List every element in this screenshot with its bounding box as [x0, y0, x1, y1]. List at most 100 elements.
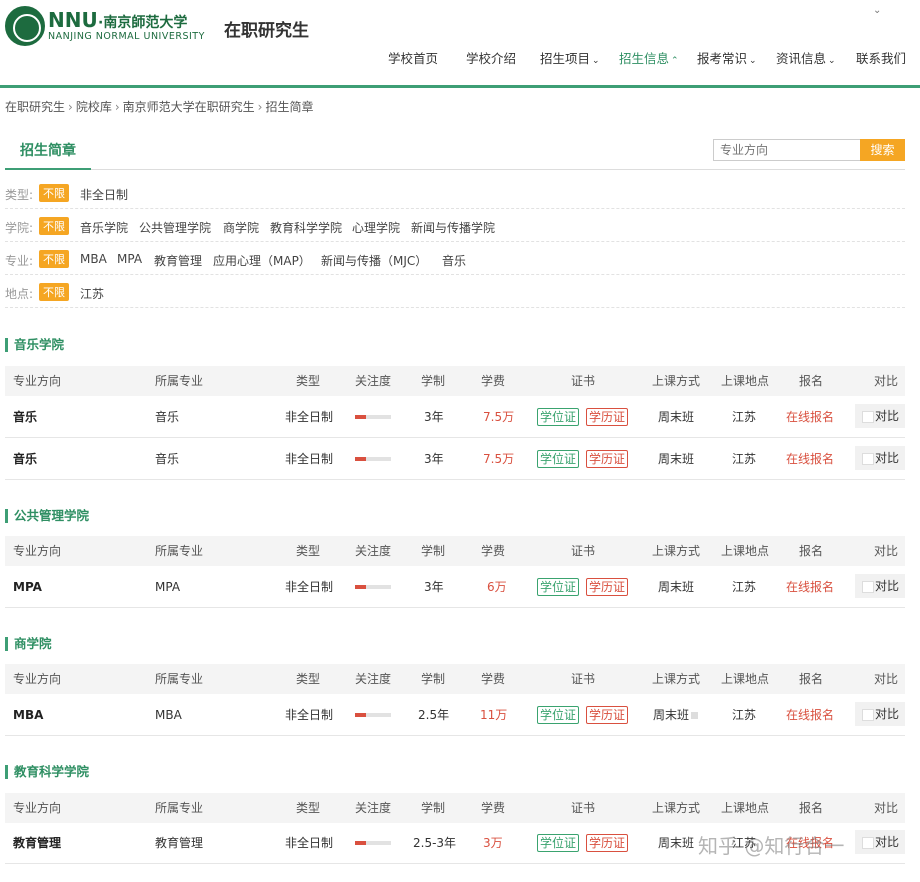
cell-direction[interactable]: 音乐 [13, 438, 37, 480]
table-header: 专业方向 所属专业 类型 关注度 学制 学费 证书 上课方式 上课地点 报名 对… [5, 664, 905, 694]
filter-college: 学院: 不限 音乐学院 公共管理学院 商学院 教育科学学院 心理学院 新闻与传播… [5, 209, 905, 242]
breadcrumb-item[interactable]: 在职研究生 [5, 100, 65, 114]
cell-direction[interactable]: 教育管理 [13, 822, 61, 864]
cell-place: 江苏 [732, 452, 757, 466]
col-direction: 专业方向 [13, 544, 62, 558]
cell-type: 非全日制 [285, 836, 334, 850]
chevron-down-icon: ⌄ [749, 56, 757, 66]
nav-item-home[interactable]: 学校首页 [388, 48, 438, 67]
col-duration: 学制 [421, 672, 446, 686]
filter-unlimited-badge[interactable]: 不限 [39, 217, 69, 235]
nav-item-contact[interactable]: 联系我们 [856, 48, 906, 67]
degree-cert-tag: 学位证 [537, 408, 580, 426]
degree-cert-tag: 学位证 [537, 706, 580, 724]
breadcrumb-item[interactable]: 院校库 [76, 100, 112, 114]
col-attention: 关注度 [355, 544, 392, 558]
filter-option[interactable]: 音乐 [442, 252, 466, 269]
nav-item-exam-knowledge[interactable]: 报考常识 ⌄ [697, 48, 757, 67]
cell-duration: 3年 [424, 410, 444, 424]
filter-label: 地点: [5, 287, 34, 301]
col-place: 上课地点 [721, 672, 770, 686]
filter-option[interactable]: 公共管理学院 [139, 219, 211, 236]
filter-unlimited-badge[interactable]: 不限 [39, 283, 69, 301]
col-type: 类型 [296, 544, 321, 558]
filter-option[interactable]: MBA [80, 252, 107, 266]
attention-bar-fill [355, 415, 366, 419]
col-compare: 对比 [874, 801, 899, 815]
col-cert: 证书 [571, 544, 596, 558]
filter-unlimited-badge[interactable]: 不限 [39, 184, 69, 202]
col-mode: 上课方式 [652, 544, 701, 558]
filter-option[interactable]: 江苏 [80, 285, 104, 302]
col-duration: 学制 [421, 374, 446, 388]
nav-item-programs[interactable]: 招生项目 ⌄ [540, 48, 600, 67]
filter-option[interactable]: 应用心理（MAP） [213, 252, 311, 269]
table-row: 音乐 音乐 非全日制 3年 7.5万 学位证 学历证 周末班 江苏 在线报名 对… [5, 396, 905, 438]
chevron-down-icon: ⌄ [592, 56, 600, 66]
cell-major: 教育管理 [155, 836, 204, 850]
col-register: 报名 [799, 801, 824, 815]
section-title: 公共管理学院 [5, 509, 89, 523]
watermark-text: 知乎 @知行合一 [698, 834, 845, 858]
filter-option[interactable]: 音乐学院 [80, 219, 128, 236]
compare-button[interactable]: 对比 [855, 830, 905, 854]
filter-option[interactable]: 教育管理 [154, 252, 202, 269]
col-place: 上课地点 [721, 374, 770, 388]
nav-item-admissions-info[interactable]: 招生信息 ⌃ [619, 48, 679, 67]
col-mode: 上课方式 [652, 672, 701, 686]
compare-button[interactable]: 对比 [855, 404, 905, 428]
filter-option[interactable]: 新闻与传播学院 [411, 219, 495, 236]
brand-abbr[interactable]: NNU [48, 8, 98, 32]
col-major: 所属专业 [155, 374, 204, 388]
col-cert: 证书 [571, 801, 596, 815]
col-attention: 关注度 [355, 801, 392, 815]
col-mode: 上课方式 [652, 374, 701, 388]
col-register: 报名 [799, 374, 824, 388]
col-major: 所属专业 [155, 672, 204, 686]
filter-option[interactable]: 新闻与传播（MJC） [321, 252, 427, 269]
cell-duration: 3年 [424, 580, 444, 594]
col-fee: 学费 [481, 374, 506, 388]
filter-unlimited-badge[interactable]: 不限 [39, 250, 69, 268]
breadcrumb-separator: › [114, 100, 120, 114]
breadcrumb-item[interactable]: 南京师范大学在职研究生 [123, 100, 255, 114]
filter-option[interactable]: 商学院 [223, 219, 259, 236]
cell-direction[interactable]: 音乐 [13, 396, 37, 438]
col-direction: 专业方向 [13, 672, 62, 686]
brand-english-name: NANJING NORMAL UNIVERSITY [48, 31, 205, 42]
tab-admissions-brochure[interactable]: 招生简章 [5, 136, 91, 170]
filter-option[interactable]: MPA [117, 252, 142, 266]
compare-button[interactable]: 对比 [855, 574, 905, 598]
attention-bar-fill [355, 713, 366, 717]
nav-item-news[interactable]: 资讯信息 ⌄ [776, 48, 836, 67]
compare-button[interactable]: 对比 [855, 446, 905, 470]
cell-major: MBA [155, 708, 182, 722]
register-link[interactable]: 在线报名 [786, 438, 834, 480]
col-register: 报名 [799, 544, 824, 558]
attention-bar-fill [355, 841, 366, 845]
cell-direction[interactable]: MPA [13, 566, 42, 608]
cell-type: 非全日制 [285, 708, 334, 722]
cell-direction[interactable]: MBA [13, 694, 43, 736]
register-link[interactable]: 在线报名 [786, 396, 834, 438]
search-input[interactable] [713, 139, 865, 161]
degree-cert-tag: 学位证 [537, 834, 580, 852]
filter-type: 类型: 不限 非全日制 [5, 176, 905, 209]
cell-mode: 周末班 [658, 410, 695, 424]
attention-bar [355, 457, 391, 461]
filter-option[interactable]: 教育科学学院 [270, 219, 342, 236]
table-row: MPA MPA 非全日制 3年 6万 学位证 学历证 周末班 江苏 在线报名 对… [5, 566, 905, 608]
attention-bar [355, 713, 391, 717]
filter-option[interactable]: 非全日制 [80, 186, 128, 203]
filter-option[interactable]: 心理学院 [352, 219, 400, 236]
register-link[interactable]: 在线报名 [786, 566, 834, 608]
search-button[interactable]: 搜索 [860, 139, 905, 161]
register-link[interactable]: 在线报名 [786, 694, 834, 736]
university-logo[interactable] [5, 6, 45, 46]
chevron-down-icon[interactable]: ⌄ [873, 5, 881, 16]
col-attention: 关注度 [355, 672, 392, 686]
attention-bar [355, 585, 391, 589]
col-duration: 学制 [421, 801, 446, 815]
compare-button[interactable]: 对比 [855, 702, 905, 726]
nav-item-about[interactable]: 学校介绍 [466, 48, 516, 67]
